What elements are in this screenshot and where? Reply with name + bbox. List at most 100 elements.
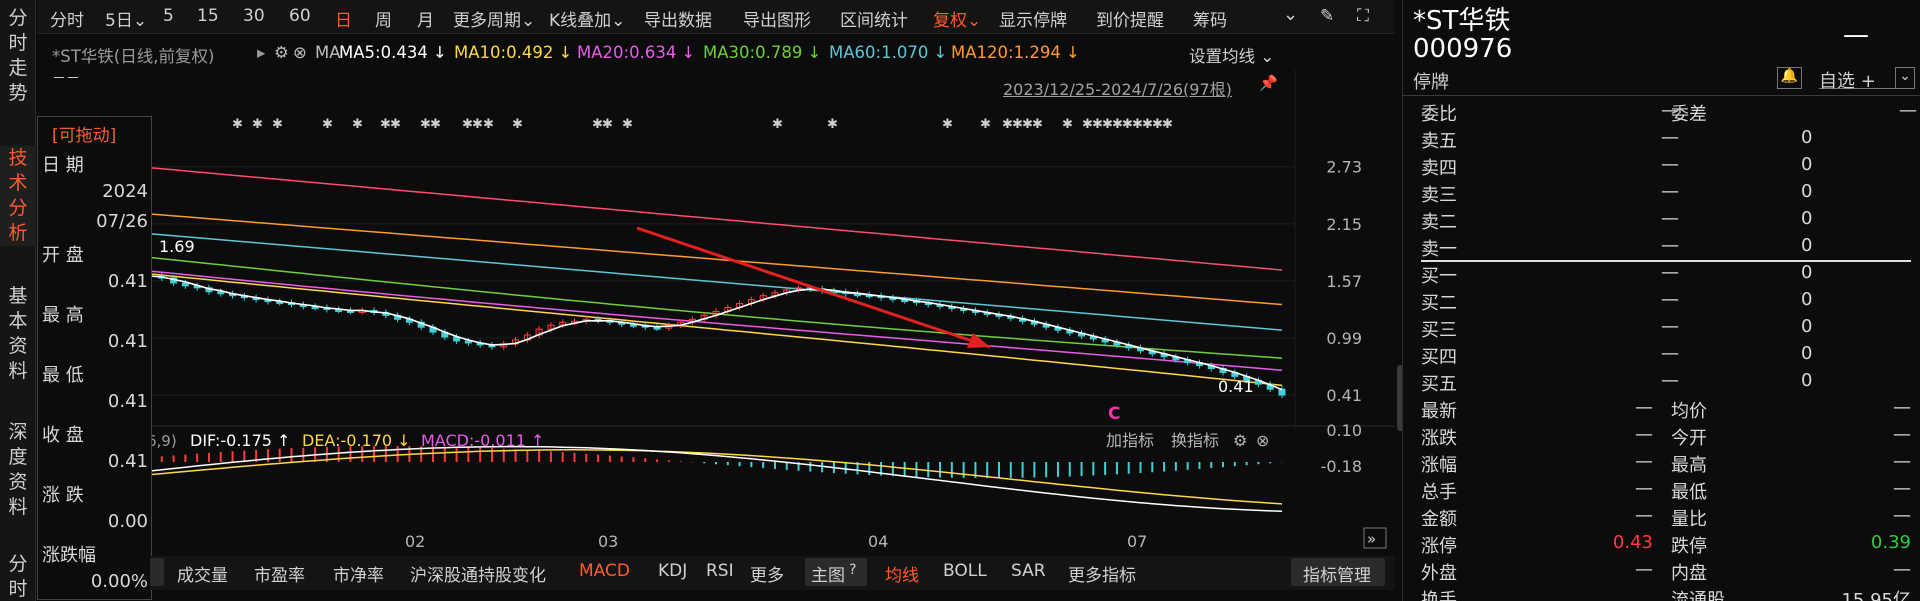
nav-deep-info[interactable]: 深度资料 xyxy=(0,420,36,520)
adjust-button[interactable]: 复权⌄ xyxy=(933,6,981,31)
gear-icon[interactable]: ⚙ xyxy=(274,43,289,62)
close-icon[interactable]: ⊗ xyxy=(293,43,307,62)
event-mark: ✱ xyxy=(602,117,613,132)
main-chart-button[interactable]: 主图 ? xyxy=(805,558,867,586)
price-tick: 2.15 xyxy=(1326,215,1362,234)
show-suspension-button[interactable]: 显示停牌 xyxy=(999,6,1067,31)
tab-sar[interactable]: SAR xyxy=(1011,561,1046,581)
add-indicator-button: 加指标 xyxy=(1106,431,1154,450)
sell-level-label: 卖一 xyxy=(1421,239,1457,260)
buy-level-label: 买二 xyxy=(1421,293,1457,314)
buy-row: 买三 — 0 xyxy=(1421,316,1911,343)
period-60min[interactable]: 60 xyxy=(289,6,311,26)
tab-pe[interactable]: 市盈率 xyxy=(254,561,305,586)
tab-pb[interactable]: 市净率 xyxy=(333,561,384,586)
period-month[interactable]: 月 xyxy=(417,6,434,31)
nav-technical[interactable]: 技术分析 xyxy=(0,146,36,246)
tab-more[interactable]: 更多 xyxy=(750,561,784,586)
chevron-down-icon[interactable]: ⌄ xyxy=(1895,67,1915,89)
stat-value-2: 0.39 xyxy=(1870,532,1911,553)
period-toolbar: 分时 5日⌄ 5 15 30 60 日 周 月 更多周期⌄ K线叠加⌄ 导出数据… xyxy=(37,0,1395,34)
range-stats-button[interactable]: 区间统计 xyxy=(840,6,908,31)
bell-icon[interactable]: 🔔 xyxy=(1777,67,1802,89)
nav-intraday-2[interactable]: 分时 xyxy=(0,552,36,601)
kline-overlay[interactable]: K线叠加⌄ xyxy=(549,6,625,31)
order-diff-value: — xyxy=(1899,100,1917,121)
ma-line-ma10 xyxy=(149,270,1283,372)
signal-c: C xyxy=(1108,404,1120,424)
sell-price: — xyxy=(1661,235,1679,256)
period-5min[interactable]: 5 xyxy=(163,6,174,26)
export-data-button[interactable]: 导出数据 xyxy=(644,6,712,31)
tab-macd[interactable]: MACD xyxy=(579,561,630,581)
period-day[interactable]: 日 xyxy=(335,6,352,31)
stat-label: 涨跌 xyxy=(1421,428,1457,449)
order-ratio-label: 委比 xyxy=(1421,104,1457,125)
ma-line-ma20 xyxy=(149,256,1283,359)
tab-rsi[interactable]: RSI xyxy=(706,561,734,581)
macd-tick: 0.10 xyxy=(1326,421,1362,440)
price-chart[interactable]: ✱ ✱ ✱ ✱ ✱ ✱ ✱ ✱ ✱ ✱ ✱ ✱ ✱ ✱ ✱ ✱ ✱ ✱ ✱ ✱ ✱ ✱ ✱ ✱ ✱ ✱ ✱ ✱ ✱ ✱ ✱ ✱ ✱ ✱ 2.73 2… xyxy=(37,70,1395,600)
chips-button[interactable]: 筹码 xyxy=(1193,6,1227,31)
nav-basic-info[interactable]: 基本资料 xyxy=(0,284,36,384)
divider xyxy=(1403,95,1920,96)
tab-kdj[interactable]: KDJ xyxy=(658,561,687,581)
buy-price: — xyxy=(1661,316,1679,337)
fullscreen-icon[interactable]: ⛶ xyxy=(1357,6,1369,26)
order-ratio-row: 委比 — 委差 — xyxy=(1421,100,1917,127)
ma-settings-button[interactable]: 设置均线 ⌄ xyxy=(1189,43,1274,67)
pct-value: 0.00% xyxy=(90,571,148,592)
quote-panel: *ST华铁 000976 — 停牌 🔔 自选 + ⌄ 委比 — 委差 — 卖五 —… xyxy=(1402,0,1920,601)
data-window[interactable]: [可拖动] 日 期 2024 07/26 开 盘 0.41 最 高 0.41 最… xyxy=(37,116,152,600)
gear-icon: ⚙ xyxy=(1233,431,1247,450)
tab-boll[interactable]: BOLL xyxy=(943,561,987,581)
nav-intraday[interactable]: 分时走势 xyxy=(0,6,36,106)
indicator-manage-button[interactable]: 指标管理 xyxy=(1291,558,1385,586)
event-mark: ✱ xyxy=(622,117,633,132)
sell-price: — xyxy=(1661,127,1679,148)
period-week[interactable]: 周 xyxy=(375,6,392,31)
stat-label: 外盘 xyxy=(1421,563,1457,584)
tab-ma[interactable]: 均线 xyxy=(885,561,919,586)
play-icon[interactable]: ▸ xyxy=(257,43,265,62)
help-icon[interactable]: ? xyxy=(849,562,856,578)
macd-value: MACD:-0.011 ↑ xyxy=(421,431,544,450)
tab-volume[interactable]: 成交量 xyxy=(177,561,228,586)
dea-value: DEA:-0.170 ↓ xyxy=(302,431,411,450)
price-alert-button[interactable]: 到价提醒 xyxy=(1096,6,1164,31)
period-30min[interactable]: 30 xyxy=(243,6,265,26)
buy-qty: 0 xyxy=(1801,262,1813,283)
add-watchlist-button[interactable]: 自选 + xyxy=(1819,67,1899,92)
close-icon: ⊗ xyxy=(1256,431,1269,450)
price-tick: 0.41 xyxy=(1326,386,1362,405)
period-15min[interactable]: 15 xyxy=(197,6,219,26)
x-tick: 03 xyxy=(598,532,618,551)
stat-value: — xyxy=(1635,559,1653,580)
draggable-label[interactable]: [可拖动] xyxy=(52,121,116,146)
period-5day[interactable]: 5日⌄ xyxy=(105,6,147,31)
stat-row: 金额 — 量比 — xyxy=(1421,505,1911,532)
price-tick: 2.73 xyxy=(1326,158,1362,177)
stat-value: 0.43 xyxy=(1612,532,1653,553)
stat-label: 金额 xyxy=(1421,509,1457,530)
ma10-value: MA10:0.492 ↓ xyxy=(454,43,573,62)
change-label: 涨 跌 xyxy=(42,485,84,506)
stat-row: 涨停 0.43 跌停 0.39 xyxy=(1421,532,1911,559)
stat-label-2: 今开 xyxy=(1671,428,1707,449)
high-label: 最 高 xyxy=(42,305,84,326)
sell-level-label: 卖二 xyxy=(1421,212,1457,233)
double-chevron-icon: » xyxy=(1367,530,1376,548)
tab-more-indicators[interactable]: 更多指标 xyxy=(1068,561,1136,586)
sell-level-label: 卖五 xyxy=(1421,131,1457,152)
tab-handle[interactable] xyxy=(150,558,164,586)
tab-connect-holdings[interactable]: 沪深股通持股变化 xyxy=(410,561,546,586)
stat-label-2: 最低 xyxy=(1671,482,1707,503)
export-image-button[interactable]: 导出图形 xyxy=(743,6,811,31)
circle-chevron-icon[interactable]: ⌄ xyxy=(1283,4,1298,25)
period-intraday[interactable]: 分时 xyxy=(50,6,84,31)
stat-value-2: — xyxy=(1893,451,1911,472)
stat-label: 换手 xyxy=(1421,590,1457,601)
more-periods[interactable]: 更多周期⌄ xyxy=(453,6,535,31)
date-label: 日 期 xyxy=(42,155,84,176)
brush-icon[interactable]: ✎ xyxy=(1320,6,1334,26)
